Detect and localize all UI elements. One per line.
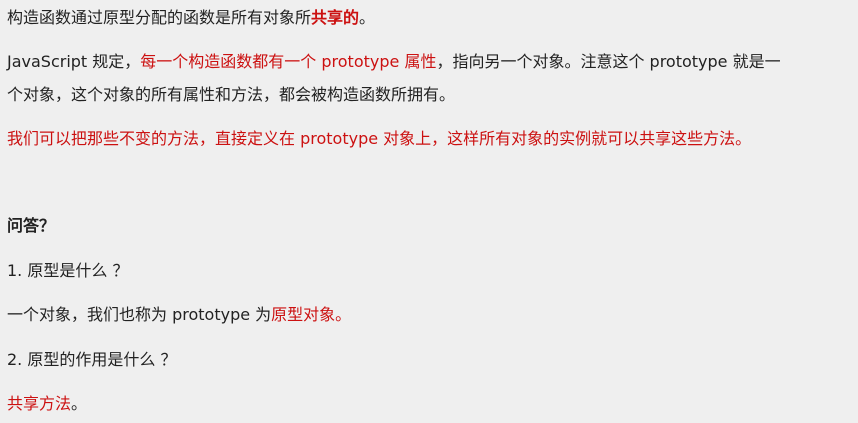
answer-2: 共享方法。 — [7, 393, 87, 415]
highlight-share-methods: 共享方法 — [7, 394, 72, 413]
paragraph-prototype-line2: 个对象，这个对象的所有属性和方法，都会被构造函数所拥有。 — [7, 84, 455, 106]
highlight-prototype-object: 原型对象。 — [271, 305, 352, 324]
document-page: 构造函数通过原型分配的函数是所有对象所共享的。 JavaScript 规定，每一… — [0, 0, 858, 423]
paragraph-text: 构造函数通过原型分配的函数是所有对象所 — [7, 8, 312, 27]
paragraph-text-red: 我们可以把那些不变的方法，直接定义在 prototype 对象上，这样所有对象的… — [7, 129, 752, 148]
qa-heading: 问答？ — [7, 215, 55, 237]
highlight-prototype-property: 每一个构造函数都有一个 prototype 属性 — [140, 52, 437, 71]
paragraph-text: 个对象，这个对象的所有属性和方法，都会被构造函数所拥有。 — [7, 85, 456, 104]
question-text: 2. 原型的作用是什么 ？ — [7, 350, 177, 369]
answer-text-end: 。 — [71, 394, 88, 413]
paragraph-shared-functions: 构造函数通过原型分配的函数是所有对象所共享的。 — [7, 7, 375, 29]
paragraph-define-on-prototype: 我们可以把那些不变的方法，直接定义在 prototype 对象上，这样所有对象的… — [7, 128, 751, 150]
heading-text: 问答？ — [7, 216, 56, 235]
answer-text: 一个对象，我们也称为 prototype 为 — [7, 305, 272, 324]
question-2: 2. 原型的作用是什么 ？ — [7, 349, 176, 371]
answer-1: 一个对象，我们也称为 prototype 为原型对象。 — [7, 304, 351, 326]
paragraph-text: JavaScript 规定， — [7, 52, 141, 71]
question-1: 1. 原型是什么 ？ — [7, 260, 128, 282]
paragraph-text-end: ，指向另一个对象。注意这个 prototype 就是一 — [436, 52, 781, 71]
question-text: 1. 原型是什么 ？ — [7, 261, 129, 280]
paragraph-prototype-line1: JavaScript 规定，每一个构造函数都有一个 prototype 属性，指… — [7, 51, 781, 73]
highlight-shared: 共享的 — [311, 8, 360, 27]
paragraph-text-end: 。 — [359, 8, 376, 27]
